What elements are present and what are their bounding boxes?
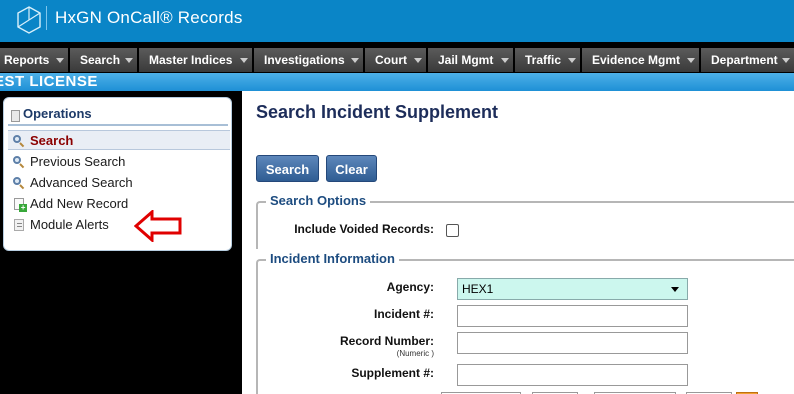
- menu-court[interactable]: Court: [365, 48, 427, 72]
- magnifier-icon: [13, 177, 25, 190]
- menu-label: Jail Mgmt: [438, 53, 494, 67]
- operation-advanced-search[interactable]: Advanced Search: [8, 173, 230, 193]
- incident-number-input[interactable]: [457, 305, 688, 327]
- menu-label: Search: [80, 53, 121, 67]
- document-icon: [13, 219, 25, 231]
- dropdown-arrow-icon: [56, 58, 64, 63]
- magnifier-icon: [13, 135, 25, 148]
- menu-label: Master Indices: [149, 53, 233, 67]
- operation-label: Add New Record: [30, 196, 129, 211]
- search-button[interactable]: Search: [256, 155, 319, 182]
- record-number-input[interactable]: [457, 332, 688, 354]
- agency-select[interactable]: HEX1: [457, 278, 688, 300]
- operation-module-alerts[interactable]: Module Alerts: [8, 215, 230, 235]
- operations-title: Operations: [23, 106, 92, 121]
- dropdown-arrow-icon: [351, 58, 359, 63]
- main-menu: Reports Search Master Indices Investigat…: [0, 48, 794, 72]
- app-title: HxGN OnCall® Records: [55, 8, 243, 27]
- agency-label: Agency:: [386, 280, 434, 294]
- record-number-label: Record Number:: [339, 334, 434, 348]
- menu-label: Reports: [4, 53, 50, 67]
- license-text: EST LICENSE: [0, 73, 98, 90]
- supplement-number-input[interactable]: [457, 364, 688, 386]
- operation-label: Module Alerts: [30, 217, 109, 232]
- supplement-number-label: Supplement #:: [351, 366, 434, 380]
- red-arrow-icon: [134, 210, 182, 242]
- magnifier-icon: [13, 156, 25, 169]
- include-voided-checkbox[interactable]: [446, 224, 459, 237]
- dropdown-arrow-icon: [782, 58, 790, 63]
- document-icon: [11, 110, 20, 122]
- incident-information-fieldset: Incident Information Agency: HEX1 Incide…: [256, 251, 794, 394]
- logo-divider: [46, 6, 47, 30]
- page-title: Search Incident Supplement: [256, 102, 499, 122]
- incident-number-label: Incident #:: [373, 307, 434, 321]
- hexagon-logo-icon: [17, 6, 41, 34]
- menu-master-indices[interactable]: Master Indices: [139, 48, 253, 72]
- menu-label: Traffic: [525, 53, 562, 67]
- operation-label: Advanced Search: [30, 175, 133, 190]
- menu-traffic[interactable]: Traffic: [515, 48, 581, 72]
- dropdown-arrow-icon: [687, 58, 695, 63]
- operations-header: Operations: [8, 102, 228, 126]
- menu-investigations[interactable]: Investigations: [254, 48, 364, 72]
- app-header: HxGN OnCall® Records: [0, 0, 794, 42]
- dropdown-arrow-icon: [414, 58, 422, 63]
- dropdown-arrow-icon: [240, 58, 248, 63]
- record-number-hint: (Numeric ): [396, 349, 434, 358]
- operation-search[interactable]: Search: [8, 130, 230, 150]
- menu-department[interactable]: Department: [701, 48, 794, 72]
- menu-label: Court: [375, 53, 407, 67]
- dropdown-arrow-icon: [568, 58, 576, 63]
- search-options-fieldset: Search Options Include Voided Records:: [256, 193, 794, 249]
- search-options-legend: Search Options: [266, 193, 371, 208]
- agency-selected-value: HEX1: [462, 282, 494, 296]
- operation-previous-search[interactable]: Previous Search: [8, 152, 230, 172]
- menu-evidence-mgmt[interactable]: Evidence Mgmt: [582, 48, 700, 72]
- dropdown-arrow-icon: [501, 58, 509, 63]
- main-content: Search Incident Supplement Search Clear …: [242, 91, 794, 394]
- menu-label: Evidence Mgmt: [592, 53, 681, 67]
- operations-panel: Operations Search Previous Search Advanc…: [3, 97, 232, 251]
- clear-button[interactable]: Clear: [326, 155, 377, 182]
- dropdown-arrow-icon: [125, 58, 133, 63]
- menu-reports[interactable]: Reports: [0, 48, 69, 72]
- include-voided-label: Include Voided Records:: [294, 222, 434, 236]
- menu-jail-mgmt[interactable]: Jail Mgmt: [428, 48, 514, 72]
- operation-add-new-record[interactable]: + Add New Record: [8, 194, 230, 214]
- menu-label: Department: [711, 53, 778, 67]
- menu-label: Investigations: [264, 53, 345, 67]
- operation-label: Search: [30, 133, 74, 148]
- chevron-down-icon: [671, 287, 679, 292]
- add-document-icon: +: [13, 198, 27, 212]
- menu-search[interactable]: Search: [70, 48, 138, 72]
- incident-information-legend: Incident Information: [266, 251, 399, 266]
- license-banner: EST LICENSE: [0, 73, 794, 91]
- operation-label: Previous Search: [30, 154, 126, 169]
